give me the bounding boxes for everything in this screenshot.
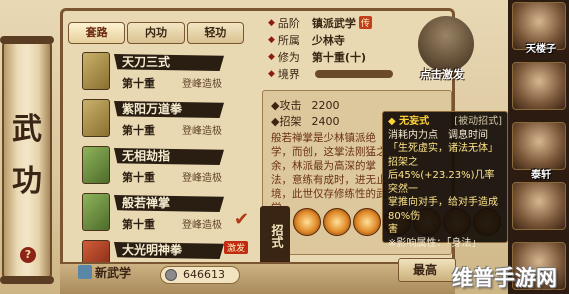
party-member-avatar[interactable] — [512, 182, 566, 230]
activate-hint[interactable]: 点击激发 — [420, 66, 464, 82]
info-value: 镇派武学 — [311, 16, 356, 30]
skill-name: 无相劫指 — [114, 148, 224, 165]
tooltip-cooldown: 调息时间 — [448, 129, 488, 141]
rank-badge: 传 — [358, 16, 372, 29]
new-skill-button[interactable]: 新武学 — [78, 264, 131, 281]
party-strip: 天楼子 泰轩 上 — [508, 0, 569, 294]
skill-book-icon — [82, 52, 110, 90]
stat-key: 攻击 — [279, 99, 302, 112]
tooltip-cost: 消耗内力点 — [388, 129, 438, 141]
info-key: 所属 — [277, 33, 300, 47]
max-button[interactable]: 最高 — [398, 258, 456, 282]
move-icon[interactable] — [353, 208, 381, 236]
currency-amount: 646613 — [183, 268, 225, 281]
move-tooltip: ◆ 无妄式 [被动招式] 消耗内力点 调息时间 「生死虚实，诸法无体」招架之 后4… — [382, 111, 508, 249]
stat-value: 2400 — [311, 115, 340, 128]
stat-parry: ◆招架 2400 — [271, 113, 339, 129]
tooltip-text: 后45%(+23.23%)几率突然一 — [388, 170, 495, 195]
help-icon[interactable]: ? — [20, 247, 36, 263]
skill-item[interactable]: 无相劫指 第十重 登峰造极 — [74, 144, 250, 189]
move-icon[interactable] — [323, 208, 351, 236]
stat-attack: ◆攻击 2200 — [271, 97, 339, 113]
realm-bar — [314, 69, 393, 78]
tooltip-text: 「生死虚实，诸法无体」招架之 — [388, 143, 498, 168]
diamond-icon: ◆ — [268, 17, 275, 28]
coin-icon — [165, 269, 177, 281]
skill-name: 大光明神拳 — [114, 242, 224, 259]
diamond-icon: ◆ — [268, 34, 275, 45]
skill-name: 紫阳万道拳 — [114, 101, 224, 118]
skill-item[interactable]: 天刀三式 第十重 登峰造极 — [74, 50, 250, 95]
party-member-avatar[interactable] — [512, 62, 566, 110]
skill-level: 第十重 — [122, 124, 155, 137]
game-screen: 武 功 ? 套路 内功 轻功 天刀三式 第十重 登峰造极 紫阳万道拳 第十重 登… — [0, 0, 569, 294]
party-member-name: 泰轩 — [531, 170, 551, 181]
info-row-sect: ◆ 所属 少林寺 — [268, 31, 418, 48]
skill-book-icon — [82, 99, 110, 137]
skill-status: 登峰造极 — [182, 220, 222, 231]
skill-status: 登峰造极 — [182, 79, 222, 90]
tooltip-title: ◆ 无妄式 — [388, 116, 430, 127]
skill-book-icon — [82, 146, 110, 184]
skill-description: 般若禅掌是少林镇派绝学，而创，这掌法刚猛之余，林派最为高深的掌法，意练有成时，进… — [271, 132, 387, 214]
info-key: 品阶 — [277, 16, 300, 30]
skill-item[interactable]: 紫阳万道拳 第十重 登峰造极 — [74, 97, 250, 142]
skill-item-selected[interactable]: 般若禅掌 第十重 登峰造极 ✔ — [74, 191, 250, 236]
stat-key: 招架 — [279, 115, 302, 128]
skill-tabs: 套路 内功 轻功 — [68, 22, 244, 44]
diamond-icon: ◆ — [268, 51, 275, 62]
tooltip-attribute: ※影响属性：「身法」 — [388, 237, 482, 249]
checkmark-icon: ✔ — [234, 209, 250, 230]
tab-lightness[interactable]: 轻功 — [186, 22, 244, 44]
skill-name: 天刀三式 — [114, 54, 224, 71]
skill-info: ◆ 品阶 镇派武学 传 ◆ 所属 少林寺 ◆ 修为 第十重(十) ◆ 境界 — [268, 14, 418, 82]
skill-status: 登峰造极 — [182, 126, 222, 137]
party-member-name: 天楼子 — [526, 44, 556, 55]
tooltip-text: 掌推向对手，给对手造成80%伤 — [388, 197, 498, 222]
new-skill-label: 新武学 — [95, 266, 132, 280]
info-key: 境界 — [277, 67, 300, 81]
category-title: 武 功 — [12, 112, 42, 199]
info-value: 少林寺 — [311, 33, 345, 47]
tab-routine[interactable]: 套路 — [68, 22, 126, 44]
tab-internal[interactable]: 内功 — [127, 22, 185, 44]
info-value: 第十重(十) — [311, 50, 366, 64]
skill-name: 般若禅掌 — [114, 195, 224, 212]
activate-badge: 激发 — [224, 241, 249, 254]
skill-book-icon — [82, 193, 110, 231]
skill-list: 天刀三式 第十重 登峰造极 紫阳万道拳 第十重 登峰造极 无相劫指 第十重 登峰… — [74, 50, 250, 285]
tooltip-type: [被动招式] — [454, 116, 502, 127]
watermark: 维普手游网 — [452, 266, 557, 290]
category-scroll: 武 功 ? — [0, 36, 54, 284]
moves-label: 招式 — [260, 206, 290, 266]
monk-portrait[interactable] — [418, 16, 474, 72]
skill-status: 登峰造极 — [182, 173, 222, 184]
currency-display: 646613 — [160, 266, 240, 284]
skill-level: 第十重 — [122, 218, 155, 231]
info-row-realm: ◆ 境界 — [268, 65, 418, 82]
tooltip-text: 害 — [388, 224, 398, 235]
party-member-avatar[interactable] — [512, 122, 566, 170]
info-row-rank: ◆ 品阶 镇派武学 传 — [268, 14, 418, 31]
skill-level: 第十重 — [122, 171, 155, 184]
info-row-cultivation: ◆ 修为 第十重(十) — [268, 48, 418, 65]
stat-value: 2200 — [311, 99, 340, 112]
book-icon — [78, 265, 92, 279]
diamond-icon: ◆ — [268, 68, 275, 79]
move-icon[interactable] — [293, 208, 321, 236]
info-key: 修为 — [277, 50, 300, 64]
skill-level: 第十重 — [122, 77, 155, 90]
